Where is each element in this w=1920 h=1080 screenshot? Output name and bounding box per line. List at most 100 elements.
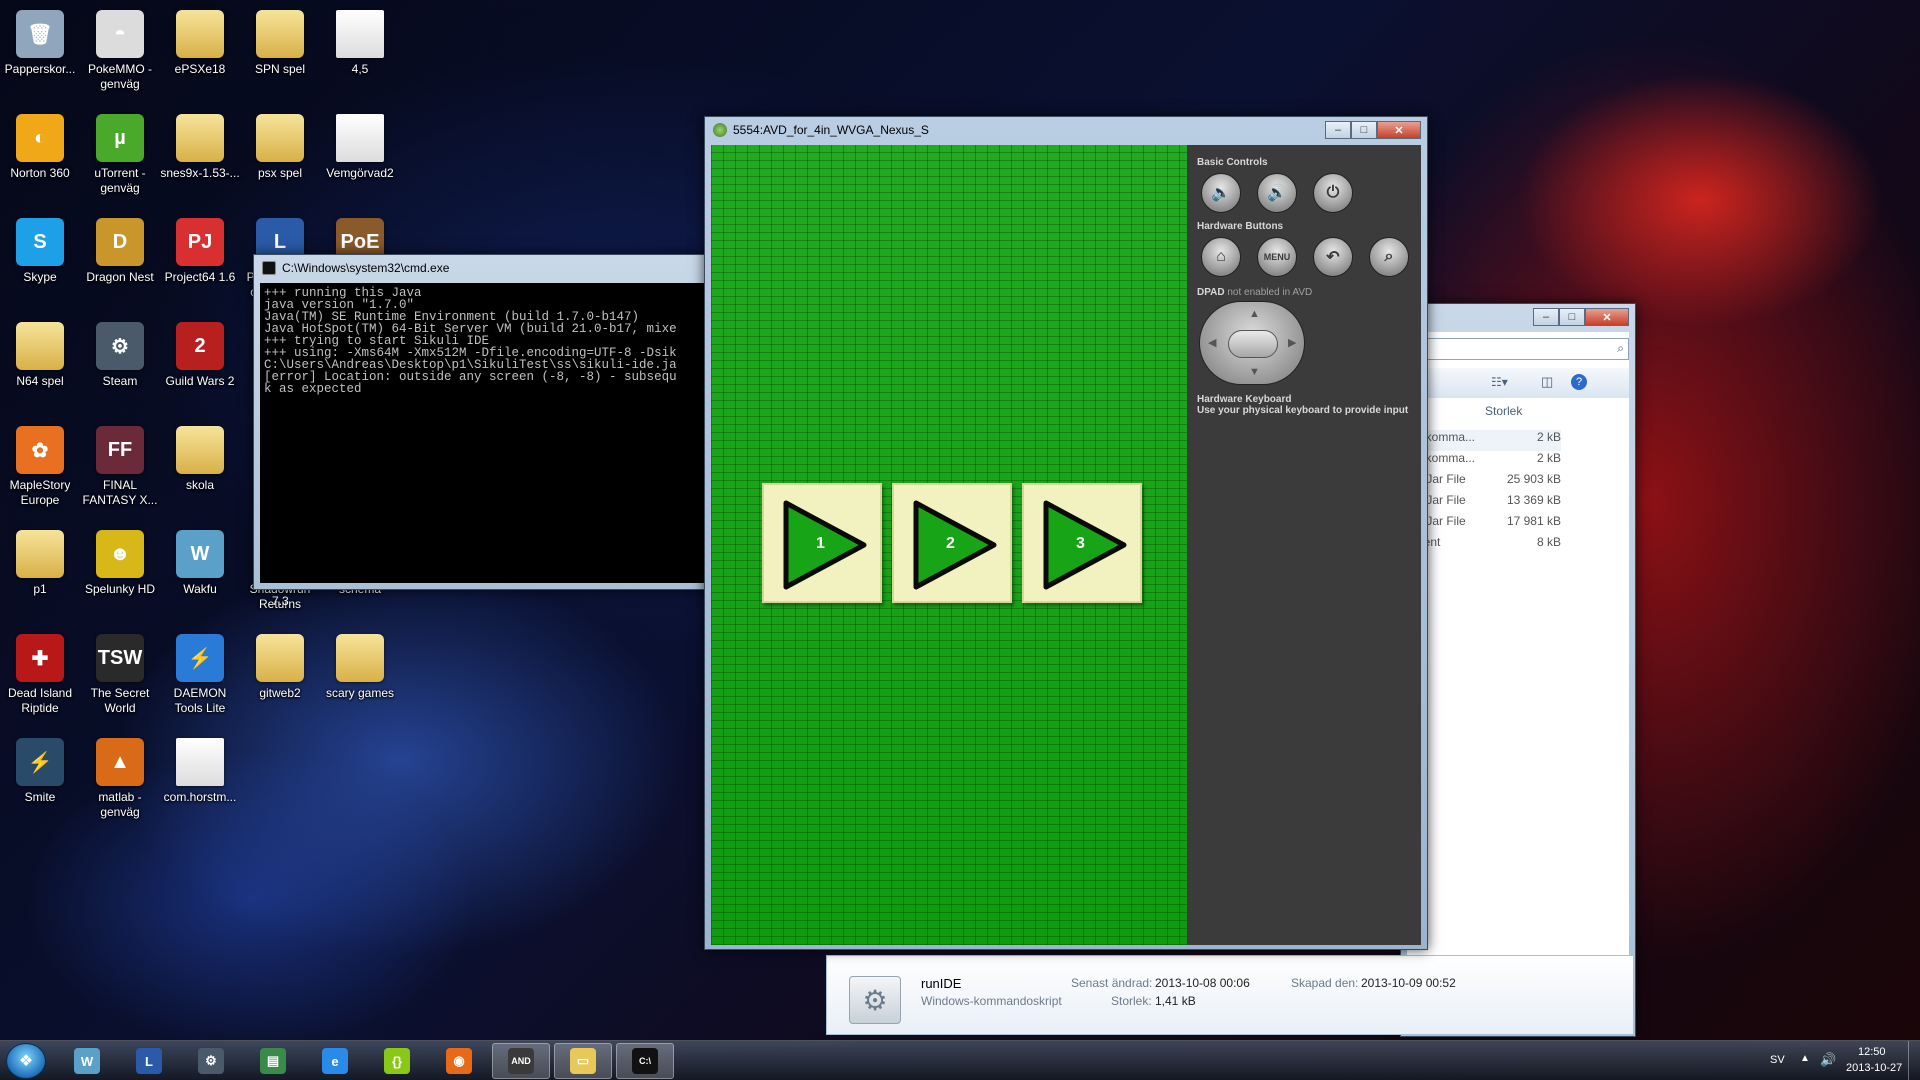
desktop-icon[interactable]: ✚ Dead Island Riptide bbox=[0, 628, 80, 728]
close-button[interactable]: ✕ bbox=[1585, 308, 1629, 326]
taskbar-firefox-button[interactable]: ◉ bbox=[430, 1043, 488, 1079]
desktop-icon-label: com.horstm... bbox=[163, 790, 237, 804]
folder-icon bbox=[256, 634, 304, 682]
file-icon bbox=[336, 10, 384, 58]
desktop-icon[interactable]: scary games bbox=[320, 628, 400, 728]
cmd-titlebar: C:\Windows\system32\cmd.exe bbox=[254, 255, 732, 281]
search-button[interactable]: ⌕ bbox=[1369, 237, 1409, 277]
desktop-icon[interactable]: com.horstm... bbox=[160, 732, 240, 832]
desktop-icon[interactable]: ◐ Norton 360 bbox=[0, 108, 80, 208]
details-created-label: Skapad den: bbox=[1291, 976, 1359, 990]
taskbar-steam-button[interactable]: ⚙ bbox=[182, 1043, 240, 1079]
file-row[interactable]: ble Jar File 25 903 kB bbox=[1407, 472, 1561, 493]
clock-date[interactable]: 2013-10-27 bbox=[1846, 1062, 1902, 1074]
tray-expand-icon[interactable]: ▲ bbox=[1800, 1053, 1810, 1064]
desktop-icon[interactable]: psx spel bbox=[240, 108, 320, 208]
desktop-icon[interactable]: ✿ MapleStory Europe bbox=[0, 420, 80, 520]
app-icon: ⚡ bbox=[176, 634, 224, 682]
desktop-icon[interactable]: W Wakfu bbox=[160, 524, 240, 624]
desktop-icon[interactable]: skola bbox=[160, 420, 240, 520]
desktop-icon[interactable]: 🗑 Papperskor... bbox=[0, 4, 80, 104]
desktop-icon-label: The Secret World bbox=[90, 686, 150, 715]
taskbar-sikuli-button[interactable]: {} bbox=[368, 1043, 426, 1079]
desktop-icon[interactable]: TSW The Secret World bbox=[80, 628, 160, 728]
view-options-icon[interactable]: ☷▾ bbox=[1491, 375, 1508, 389]
taskbar-task-manager-button[interactable]: ▤ bbox=[244, 1043, 302, 1079]
taskbar-cmd-button[interactable]: C:\ bbox=[616, 1043, 674, 1079]
desktop-icon[interactable]: ⚡ DAEMON Tools Lite bbox=[160, 628, 240, 728]
desktop-icon[interactable]: ⚙ Steam bbox=[80, 316, 160, 416]
desktop-icon[interactable]: Vemgörvad2 bbox=[320, 108, 400, 208]
desktop-icon[interactable]: ⚡ Smite bbox=[0, 732, 80, 832]
details-size-label: Storlek: bbox=[1111, 994, 1152, 1008]
search-input[interactable]: ⌕ bbox=[1407, 338, 1629, 360]
desktop-icon[interactable]: PJ Project64 1.6 bbox=[160, 212, 240, 312]
folder-icon bbox=[176, 426, 224, 474]
help-icon[interactable]: ? bbox=[1571, 374, 1587, 390]
desktop-icon[interactable]: ePSXe18 bbox=[160, 4, 240, 104]
file-icon bbox=[176, 738, 224, 786]
folder-icon bbox=[256, 114, 304, 162]
play-button-3[interactable]: 3 bbox=[1022, 483, 1142, 603]
internet-explorer-icon: e bbox=[322, 1048, 348, 1074]
play-triangle-icon bbox=[783, 500, 867, 590]
start-button[interactable]: ❖ bbox=[6, 1043, 46, 1079]
app-icon: ⚡ bbox=[16, 738, 64, 786]
volume-up-button[interactable]: 🔊 bbox=[1257, 173, 1297, 213]
file-row[interactable]: ble Jar File 17 981 kB bbox=[1407, 514, 1561, 535]
clock-time[interactable]: 12:50 bbox=[1858, 1046, 1886, 1058]
desktop-icon[interactable]: ☻ Spelunky HD bbox=[80, 524, 160, 624]
back-button[interactable]: ↶ bbox=[1313, 237, 1353, 277]
language-indicator[interactable]: SV bbox=[1770, 1054, 1785, 1066]
desktop-icon[interactable]: snes9x-1.53-... bbox=[160, 108, 240, 208]
show-desktop-button[interactable] bbox=[1908, 1041, 1920, 1080]
file-row[interactable]: ble Jar File 13 369 kB bbox=[1407, 493, 1561, 514]
play-button-2[interactable]: 2 bbox=[892, 483, 1012, 603]
menu-label: MENU bbox=[1263, 252, 1291, 262]
cmd-output[interactable]: +++ running this Java java version "1.7.… bbox=[260, 283, 726, 583]
details-type: Windows-kommandoskript bbox=[921, 994, 1062, 1008]
file-icon bbox=[336, 114, 384, 162]
desktop-icon[interactable]: µ uTorrent - genväg bbox=[80, 108, 160, 208]
power-button[interactable]: ⏻ bbox=[1313, 173, 1353, 213]
volume-down-button[interactable]: 🔈 bbox=[1201, 173, 1241, 213]
desktop-icon[interactable]: FF FINAL FANTASY X... bbox=[80, 420, 160, 520]
maximize-button[interactable]: □ bbox=[1351, 121, 1377, 139]
file-row[interactable]: ument8 kB bbox=[1407, 535, 1561, 556]
dpad[interactable]: ▲ ▼ ◀ ▶ bbox=[1199, 301, 1305, 385]
file-row-size: 2 kB bbox=[1536, 451, 1561, 465]
taskbar-internet-explorer-button[interactable]: e bbox=[306, 1043, 364, 1079]
app-icon: ▲ bbox=[96, 738, 144, 786]
folder-icon bbox=[16, 530, 64, 578]
desktop-icon[interactable]: SPN spel bbox=[240, 4, 320, 104]
desktop-icon[interactable]: N64 spel bbox=[0, 316, 80, 416]
dpad-center[interactable] bbox=[1228, 330, 1278, 358]
desktop-icon-label: N64 spel bbox=[16, 374, 64, 388]
explorer-content: ⌕ ☷▾ ◫ ? Storlek ws-komma... 2 kB ws-komma… bbox=[1407, 332, 1629, 1030]
minimize-button[interactable]: – bbox=[1325, 121, 1351, 139]
desktop-icon[interactable]: ◓ PokeMMO - genväg bbox=[80, 4, 160, 104]
taskbar-android-emulator-button[interactable]: AND bbox=[492, 1043, 550, 1079]
home-button[interactable]: ⌂ bbox=[1201, 237, 1241, 277]
desktop-icon[interactable]: 2 Guild Wars 2 bbox=[160, 316, 240, 416]
desktop-icon[interactable]: S Skype bbox=[0, 212, 80, 312]
maximize-button[interactable]: □ bbox=[1559, 308, 1585, 326]
file-row[interactable]: ws-komma... 2 kB bbox=[1407, 430, 1561, 451]
desktop-icon[interactable]: p1 bbox=[0, 524, 80, 624]
preview-pane-icon[interactable]: ◫ bbox=[1541, 374, 1553, 390]
menu-button[interactable]: MENU bbox=[1257, 237, 1297, 277]
file-row[interactable]: ws-komma... 2 kB bbox=[1407, 451, 1561, 472]
desktop-icon[interactable]: gitweb2 bbox=[240, 628, 320, 728]
taskbar-wakfu-button[interactable]: W bbox=[58, 1043, 116, 1079]
volume-icon[interactable]: 🔊 bbox=[1820, 1052, 1836, 1068]
desktop-icon[interactable]: ▲ matlab - genväg bbox=[80, 732, 160, 832]
desktop-icon[interactable]: 4,5 bbox=[320, 4, 400, 104]
play-button-1[interactable]: 1 bbox=[762, 483, 882, 603]
desktop-icon[interactable]: D Dragon Nest bbox=[80, 212, 160, 312]
taskbar-league-button[interactable]: L bbox=[120, 1043, 178, 1079]
column-header-size[interactable]: Storlek bbox=[1485, 404, 1522, 418]
device-screen[interactable]: 1 2 3 bbox=[711, 145, 1187, 945]
minimize-button[interactable]: – bbox=[1533, 308, 1559, 326]
close-button[interactable]: ✕ bbox=[1377, 121, 1421, 139]
taskbar-explorer-button[interactable]: ▭ bbox=[554, 1043, 612, 1079]
